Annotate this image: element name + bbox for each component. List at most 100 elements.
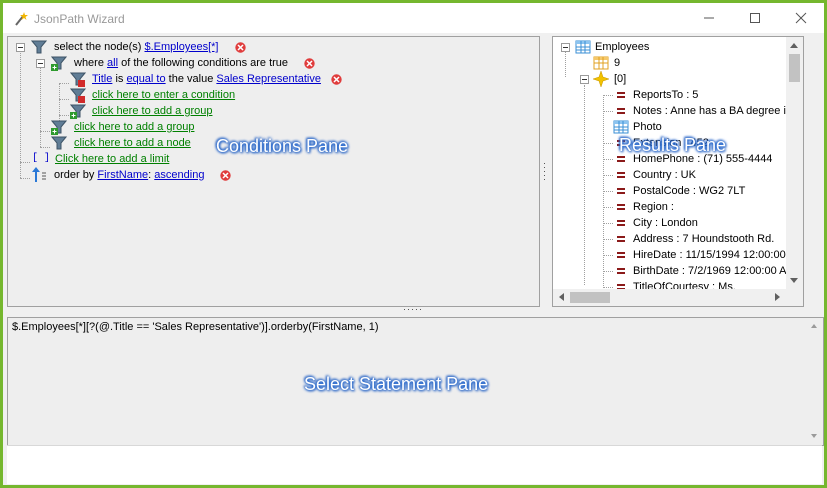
tree-line: [20, 51, 22, 178]
select-statement-text[interactable]: $.Employees[*][?(@.Title == 'Sales Repre…: [12, 321, 379, 333]
delete-icon[interactable]: [331, 74, 342, 85]
tree-line: [40, 131, 50, 133]
collapse-toggle[interactable]: [16, 43, 25, 52]
where-prefix: where: [74, 57, 104, 69]
result-property[interactable]: PostalCode : WG2 7LT: [633, 183, 745, 199]
statement-vertical-scrollbar[interactable]: [806, 318, 823, 445]
result-property[interactable]: ReportsTo : 5: [633, 87, 698, 103]
enter-condition-link[interactable]: click here to enter a condition: [92, 88, 235, 102]
result-property[interactable]: HireDate : 11/15/1994 12:00:00 AM: [633, 247, 803, 263]
minimize-icon: [704, 17, 714, 19]
select-prefix: select the node(s): [54, 41, 142, 53]
result-property[interactable]: Address : 7 Houndstooth Rd.: [633, 231, 774, 247]
tree-line: [59, 99, 69, 101]
condition-row: Title is equal to the value Sales Repres…: [92, 72, 321, 86]
where-row: where all of the following conditions ar…: [74, 56, 288, 70]
count-grid-icon: [593, 56, 609, 70]
collapse-toggle[interactable]: [36, 59, 45, 68]
scroll-up-arrow-icon[interactable]: [811, 324, 817, 328]
condition-operator-link[interactable]: equal to: [126, 73, 165, 85]
table-grid-icon: [575, 40, 591, 54]
results-horizontal-scrollbar[interactable]: [553, 289, 786, 306]
add-group-funnel-icon: [51, 120, 67, 135]
result-property[interactable]: BirthDate : 7/2/1969 12:00:00 AM: [633, 263, 796, 279]
scrollbar-thumb[interactable]: [570, 292, 610, 303]
close-button[interactable]: [778, 3, 824, 33]
scrollbar-thumb[interactable]: [789, 54, 800, 82]
results-vertical-scrollbar[interactable]: [786, 37, 803, 289]
result-photo[interactable]: Photo: [633, 119, 662, 135]
minimize-button[interactable]: [686, 3, 732, 33]
result-property[interactable]: City : London: [633, 215, 698, 231]
close-icon: [795, 12, 807, 24]
object-star-icon: [593, 71, 609, 87]
property-icon: [617, 235, 625, 243]
tree-line: [603, 143, 613, 145]
scroll-left-arrow-icon[interactable]: [559, 293, 564, 301]
select-statement-pane[interactable]: $.Employees[*][?(@.Title == 'Sales Repre…: [7, 317, 824, 446]
tree-line: [59, 115, 69, 117]
order-row: order by FirstName: ascending: [54, 168, 204, 182]
collapse-toggle[interactable]: [561, 43, 570, 52]
delete-icon[interactable]: [304, 58, 315, 69]
where-suffix: of the following conditions are true: [121, 57, 289, 69]
order-direction-link[interactable]: ascending: [154, 169, 204, 181]
results-item[interactable]: [0]: [614, 71, 626, 87]
condition-is: is: [115, 73, 124, 85]
scroll-up-arrow-icon[interactable]: [790, 43, 798, 48]
conditions-pane[interactable]: select the node(s) $.Employees[*] where …: [7, 36, 540, 307]
scroll-right-arrow-icon[interactable]: [775, 293, 780, 301]
property-icon: [617, 219, 625, 227]
select-row: select the node(s) $.Employees[*]: [54, 40, 218, 54]
tree-line: [584, 85, 586, 285]
tree-line: [40, 67, 42, 147]
tree-line: [603, 191, 613, 193]
conditions-pane-label: Conditions Pane: [216, 136, 349, 156]
scroll-down-arrow-icon[interactable]: [811, 434, 817, 438]
results-pane[interactable]: Employees 9 [0] ReportsTo : 5 Notes : An…: [552, 36, 804, 307]
title-bar[interactable]: JsonPath Wizard: [3, 3, 824, 33]
select-path-link[interactable]: $.Employees[*]: [145, 41, 219, 53]
property-icon: [617, 267, 625, 275]
maximize-button[interactable]: [732, 3, 778, 33]
scrollbar-corner: [786, 289, 803, 306]
results-root[interactable]: Employees: [595, 39, 649, 55]
condition-value-link[interactable]: Sales Representative: [216, 73, 321, 85]
tree-line: [603, 271, 613, 273]
condition-field-link[interactable]: Title: [92, 73, 112, 85]
add-group-outer-link[interactable]: click here to add a group: [74, 120, 194, 134]
order-field-link[interactable]: FirstName: [97, 169, 148, 181]
scroll-down-arrow-icon[interactable]: [790, 278, 798, 283]
group-funnel-icon: [51, 56, 67, 71]
add-node-link[interactable]: click here to add a node: [74, 136, 191, 150]
vertical-splitter-grip[interactable]: [542, 161, 547, 181]
add-limit-link[interactable]: Click here to add a limit: [55, 152, 169, 166]
delete-icon[interactable]: [235, 42, 246, 53]
app-window: JsonPath Wizard select the node(s) $.Emp…: [3, 3, 824, 485]
tree-line: [565, 51, 567, 77]
status-bar: [7, 445, 822, 484]
delete-icon[interactable]: [220, 170, 231, 181]
wizard-wand-icon: [15, 12, 28, 26]
results-count[interactable]: 9: [614, 55, 620, 71]
add-group-funnel-icon: [70, 104, 86, 119]
where-all-link[interactable]: all: [107, 57, 118, 69]
tree-line: [603, 239, 613, 241]
result-property[interactable]: Region :: [633, 199, 674, 215]
maximize-icon: [750, 13, 760, 23]
tree-line: [59, 83, 69, 85]
property-icon: [617, 187, 625, 195]
tree-line: [20, 162, 30, 164]
result-property[interactable]: Notes : Anne has a BA degree in Er: [633, 103, 803, 119]
tree-line: [40, 147, 50, 149]
tree-line: [603, 95, 613, 97]
add-group-inner-link[interactable]: click here to add a group: [92, 104, 212, 118]
order-prefix: order by: [54, 169, 95, 181]
property-icon: [617, 91, 625, 99]
horizontal-splitter-grip[interactable]: [403, 308, 425, 312]
collapse-toggle[interactable]: [580, 75, 589, 84]
result-property[interactable]: Country : UK: [633, 167, 696, 183]
tree-line: [603, 207, 613, 209]
property-icon: [617, 107, 625, 115]
filter-funnel-icon: [31, 40, 47, 54]
